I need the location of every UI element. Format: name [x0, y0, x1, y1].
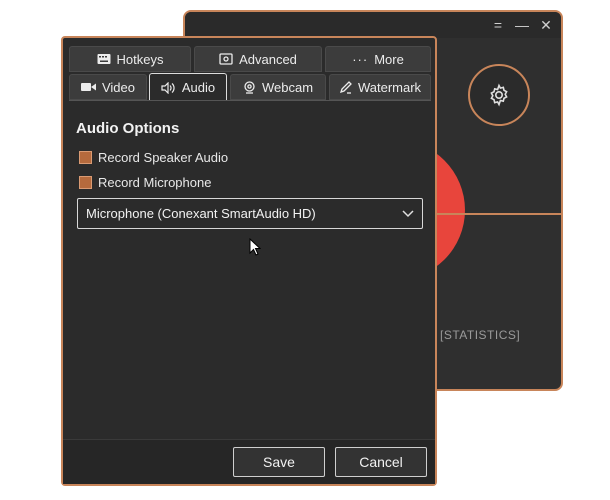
tab-hotkeys[interactable]: Hotkeys [69, 46, 191, 72]
record-microphone-checkbox[interactable] [79, 176, 92, 189]
keyboard-icon [97, 54, 111, 64]
close-icon[interactable]: ✕ [535, 14, 557, 36]
video-camera-icon [80, 83, 96, 91]
advanced-settings-icon [219, 53, 233, 65]
settings-dialog: Hotkeys Advanced ··· More Video Audio We… [61, 36, 437, 486]
section-title: Audio Options [76, 120, 180, 137]
tab-label: Audio [181, 80, 216, 95]
tab-label: Hotkeys [116, 51, 164, 67]
tab-more[interactable]: ··· More [325, 46, 431, 72]
speaker-icon [161, 81, 175, 94]
record-speaker-checkbox[interactable] [79, 151, 92, 164]
watermark-icon [339, 80, 352, 94]
gear-icon [490, 83, 508, 107]
tab-label: Watermark [357, 79, 422, 95]
mouse-cursor-icon [249, 238, 261, 256]
tab-label: Advanced [239, 51, 297, 67]
menu-icon[interactable]: = [487, 14, 509, 36]
record-speaker-option[interactable]: Record Speaker Audio [79, 150, 228, 165]
save-button[interactable]: Save [233, 447, 325, 477]
tab-watermark[interactable]: Watermark [329, 74, 431, 100]
cancel-button[interactable]: Cancel [335, 447, 427, 477]
record-microphone-option[interactable]: Record Microphone [79, 175, 211, 190]
record-microphone-label: Record Microphone [98, 175, 212, 190]
settings-button[interactable] [468, 64, 530, 126]
tab-video[interactable]: Video [69, 74, 147, 100]
tab-webcam[interactable]: Webcam [230, 74, 326, 100]
microphone-select[interactable]: Microphone (Conexant SmartAudio HD) [77, 198, 423, 229]
record-speaker-label: Record Speaker Audio [98, 150, 229, 165]
statistics-label: [STATISTICS] [440, 328, 521, 342]
tab-label: Webcam [261, 79, 314, 95]
microphone-select-value: Microphone (Conexant SmartAudio HD) [86, 206, 316, 221]
more-icon: ··· [352, 51, 369, 67]
tab-strip-divider [69, 100, 431, 101]
chevron-down-icon [402, 209, 414, 217]
main-window-titlebar: = — ✕ [185, 12, 561, 38]
tab-audio[interactable]: Audio [149, 73, 227, 101]
tab-advanced[interactable]: Advanced [194, 46, 322, 72]
divider [435, 213, 561, 215]
minimize-icon[interactable]: — [511, 14, 533, 36]
dialog-footer: Save Cancel [63, 439, 435, 484]
tab-label: Video [101, 79, 135, 95]
tab-label: More [374, 51, 404, 67]
webcam-icon [244, 80, 255, 94]
